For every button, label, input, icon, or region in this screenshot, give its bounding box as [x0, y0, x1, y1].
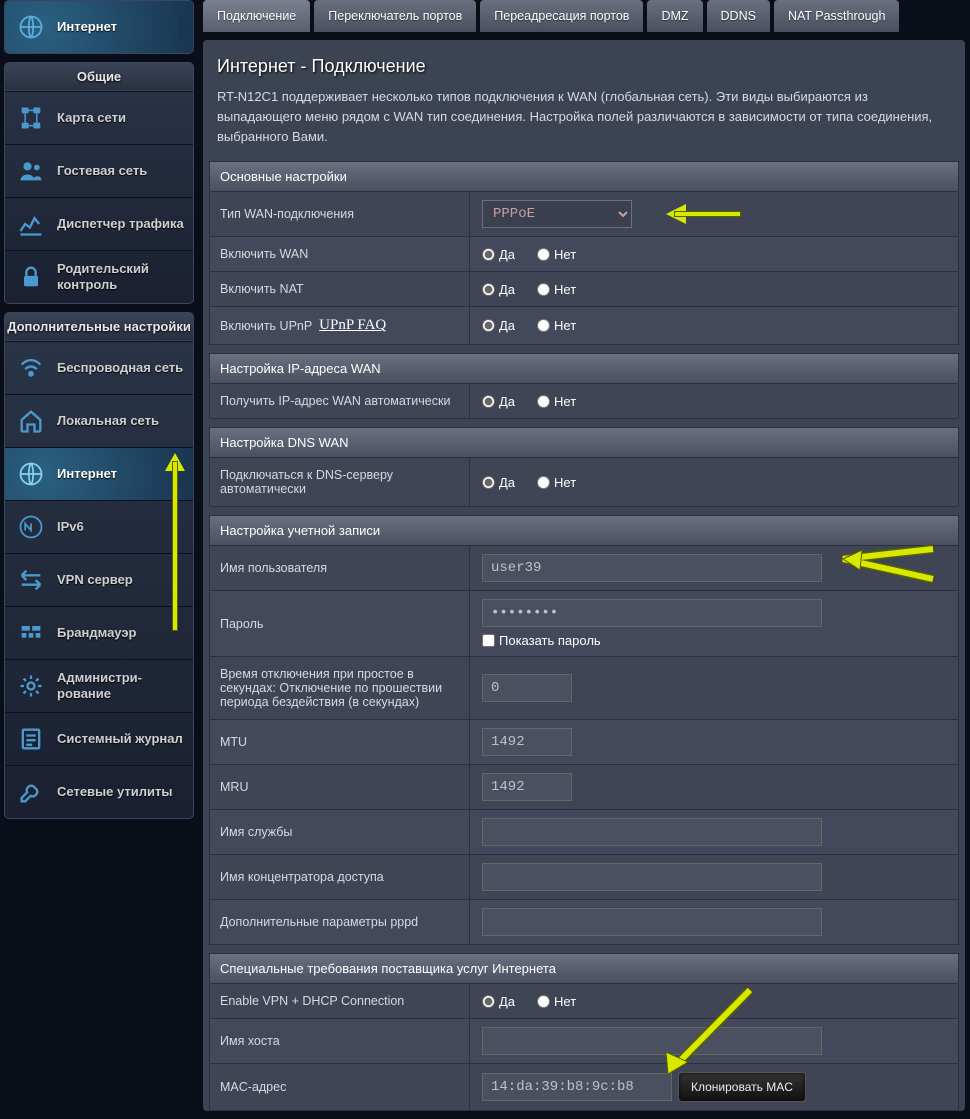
pppd-input[interactable]: [482, 908, 822, 936]
group-basic: Основные настройки Тип WAN-подключения P…: [209, 161, 959, 345]
group-wan-ip: Настройка IP-адреса WAN Получить IP-адре…: [209, 353, 959, 419]
sidebar-general-header: Общие: [5, 63, 193, 91]
sidebar-item-guest[interactable]: Гостевая сеть: [5, 144, 193, 197]
sidebar-item-parental[interactable]: Родительский контроль: [5, 250, 193, 303]
upnp-faq-link[interactable]: UPnP FAQ: [319, 317, 386, 334]
sidebar-item-network-map[interactable]: Карта сети: [5, 91, 193, 144]
sidebar-item-tools[interactable]: Сетевые утилиты: [5, 765, 193, 818]
tab-port-forward[interactable]: Переадресация портов: [480, 0, 643, 32]
sidebar-item-internet[interactable]: Интернет: [5, 447, 193, 500]
dns-auto-no[interactable]: [537, 476, 550, 489]
enable-wan-no[interactable]: [537, 248, 550, 261]
wan-ip-auto-no[interactable]: [537, 395, 550, 408]
tab-dmz[interactable]: DMZ: [647, 0, 702, 32]
traffic-icon: [13, 208, 49, 240]
home-icon: [13, 405, 49, 437]
network-map-icon: [13, 102, 49, 134]
show-password-checkbox[interactable]: [482, 634, 495, 647]
vpn-dhcp-no[interactable]: [537, 995, 550, 1008]
sidebar-top-label: Интернет: [57, 19, 117, 35]
service-input[interactable]: [482, 818, 822, 846]
mtu-input[interactable]: [482, 728, 572, 756]
enable-nat-no[interactable]: [537, 283, 550, 296]
vpn-dhcp-yes[interactable]: [482, 995, 495, 1008]
annotation-arrow-wantype: [656, 206, 746, 222]
ac-input[interactable]: [482, 863, 822, 891]
tabs: Подключение Переключатель портов Переадр…: [203, 0, 965, 32]
hostname-input[interactable]: [482, 1027, 822, 1055]
group-isp: Специальные требования поставщика услуг …: [209, 953, 959, 1111]
firewall-icon: [13, 617, 49, 649]
log-icon: [13, 723, 49, 755]
sidebar-item-admin[interactable]: Администри-рование: [5, 659, 193, 712]
dns-auto-yes[interactable]: [482, 476, 495, 489]
sidebar-item-traffic[interactable]: Диспетчер трафика: [5, 197, 193, 250]
wan-type-select[interactable]: PPPoE: [482, 200, 632, 228]
guest-icon: [13, 155, 49, 187]
username-input[interactable]: [482, 554, 822, 582]
sidebar-item-firewall[interactable]: Брандмауэр: [5, 606, 193, 659]
gear-icon: [13, 670, 49, 702]
sidebar-item-ipv6[interactable]: IPv6: [5, 500, 193, 553]
wan-ip-auto-yes[interactable]: [482, 395, 495, 408]
idle-input[interactable]: [482, 674, 572, 702]
clone-mac-button[interactable]: Клонировать MAC: [678, 1072, 806, 1102]
sidebar-item-lan[interactable]: Локальная сеть: [5, 394, 193, 447]
wifi-icon: [13, 352, 49, 384]
enable-upnp-no[interactable]: [537, 319, 550, 332]
annotation-arrow-user: [818, 544, 938, 589]
password-input[interactable]: [482, 599, 822, 627]
sidebar-item-vpn[interactable]: VPN сервер: [5, 553, 193, 606]
lock-icon: [13, 261, 49, 293]
tab-nat[interactable]: NAT Passthrough: [774, 0, 900, 32]
mru-input[interactable]: [482, 773, 572, 801]
vpn-icon: [13, 564, 49, 596]
tab-port-trigger[interactable]: Переключатель портов: [314, 0, 476, 32]
tools-icon: [13, 776, 49, 808]
enable-upnp-yes[interactable]: [482, 319, 495, 332]
enable-wan-yes[interactable]: [482, 248, 495, 261]
globe-icon: [13, 458, 49, 490]
sidebar-advanced-header: Дополнительные настройки: [5, 313, 193, 341]
mac-input[interactable]: [482, 1073, 672, 1101]
enable-nat-yes[interactable]: [482, 283, 495, 296]
tab-connection[interactable]: Подключение: [203, 0, 310, 32]
page-desc: RT-N12C1 поддерживает несколько типов по…: [203, 87, 965, 161]
globe-icon: [13, 11, 49, 43]
group-dns: Настройка DNS WAN Подключаться к DNS-сер…: [209, 427, 959, 507]
group-account: Настройка учетной записи Имя пользовател…: [209, 515, 959, 945]
page-title: Интернет - Подключение: [203, 40, 965, 87]
sidebar-top-internet[interactable]: Интернет: [5, 1, 193, 53]
ipv6-icon: [13, 511, 49, 543]
tab-ddns[interactable]: DDNS: [707, 0, 770, 32]
sidebar-item-wireless[interactable]: Беспроводная сеть: [5, 341, 193, 394]
sidebar-item-syslog[interactable]: Системный журнал: [5, 712, 193, 765]
